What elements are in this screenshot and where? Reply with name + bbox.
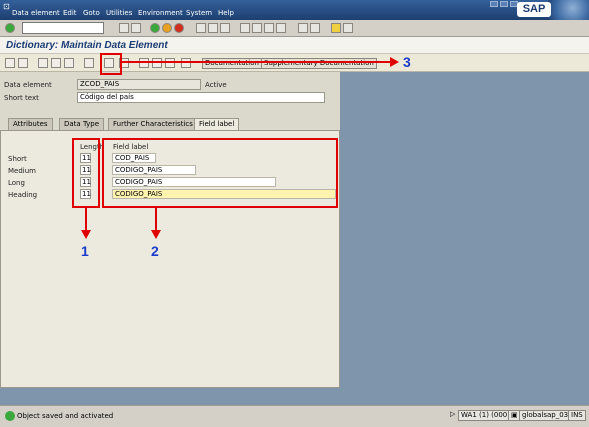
status-bar: Object saved and activated ▷ WA1 (1) (00… [0, 405, 589, 427]
callout-2: 2 [151, 243, 159, 259]
arrowhead-2 [151, 230, 161, 239]
success-icon [5, 411, 15, 421]
insert-mode: INS [568, 410, 586, 421]
server-info: globalsap_03 [519, 410, 572, 421]
system-info[interactable]: WA1 (1) (000) [458, 410, 513, 421]
callout-3: 3 [403, 54, 411, 70]
status-expand-icon[interactable]: ▷ [448, 410, 457, 421]
status-message: Object saved and activated [17, 412, 114, 420]
arrowhead-1 [81, 230, 91, 239]
arrowhead-3 [390, 57, 399, 67]
callout-1: 1 [81, 243, 89, 259]
annotation-arrows [81, 57, 399, 239]
